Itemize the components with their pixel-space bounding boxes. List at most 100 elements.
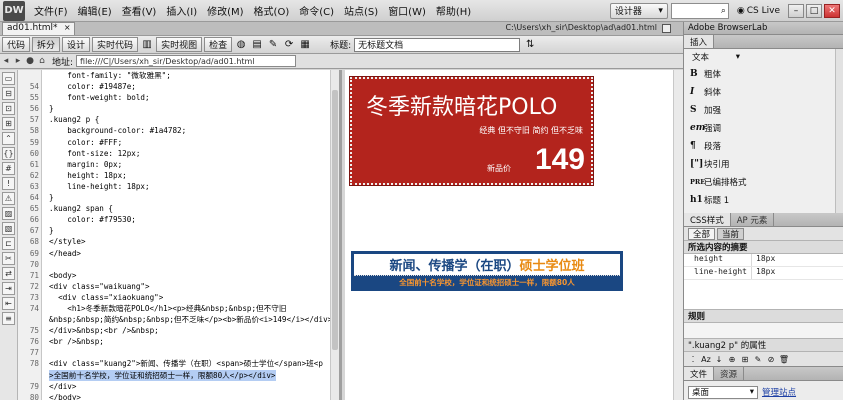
insert-em[interactable]: em 强调 bbox=[690, 121, 721, 135]
insert-italic[interactable]: I 斜体 bbox=[690, 85, 721, 99]
maximize-button[interactable]: □ bbox=[806, 3, 822, 18]
css-current-button[interactable]: 当前 bbox=[717, 227, 745, 240]
apply-comment-icon[interactable]: ▨ bbox=[2, 207, 15, 220]
code-lines[interactable]: font-family: "微软雅黑"; 54 color: #19487e; 55… bbox=[18, 70, 336, 400]
menu-view[interactable]: 查看(V) bbox=[117, 3, 162, 18]
visual-aids-icon[interactable]: ▦ bbox=[298, 38, 312, 52]
code-line[interactable]: 66 color: #f79530; bbox=[18, 214, 336, 225]
close-button[interactable]: ✕ bbox=[824, 3, 840, 18]
code-line[interactable]: 58 background-color: #1a4782; bbox=[18, 125, 336, 136]
restore-document-icon[interactable] bbox=[662, 24, 671, 33]
new-rule-icon[interactable]: ⊞ bbox=[740, 354, 750, 364]
code-line[interactable]: 60 font-size: 12px; bbox=[18, 148, 336, 159]
code-line[interactable]: font-family: "微软雅黑"; bbox=[18, 70, 336, 81]
code-line[interactable]: 55 font-weight: bold; bbox=[18, 92, 336, 103]
code-line[interactable]: 56} bbox=[18, 103, 336, 114]
forward-icon[interactable]: ▸ bbox=[12, 56, 24, 66]
attach-stylesheet-icon[interactable]: ⊕ bbox=[727, 354, 737, 364]
open-documents-icon[interactable]: ▭ bbox=[2, 72, 15, 85]
refresh-icon[interactable]: ⟳ bbox=[282, 38, 296, 52]
collapse-full-tag-icon[interactable]: ⊟ bbox=[2, 87, 15, 100]
address-input[interactable]: file:///C|/Users/xh_sir/Desktop/ad/ad01.… bbox=[76, 55, 297, 67]
browserlab-panel-header[interactable]: Adobe BrowserLab bbox=[684, 22, 843, 35]
edit-rule-icon[interactable]: ✎ bbox=[753, 354, 763, 364]
site-select[interactable]: 桌面 ▾ bbox=[688, 385, 758, 399]
rules-area[interactable] bbox=[684, 323, 843, 339]
code-line[interactable]: 63 line-height: 18px; bbox=[18, 181, 336, 192]
code-line[interactable]: 79 </div> bbox=[18, 381, 336, 392]
remove-comment-icon[interactable]: ▧ bbox=[2, 222, 15, 235]
code-line[interactable]: 78 <div class="kuang2">新闻、传播学（在职）<span>硕士… bbox=[18, 358, 336, 369]
category-view-icon[interactable]: ⁚ bbox=[688, 354, 698, 364]
highlight-invalid-icon[interactable]: ! bbox=[2, 177, 15, 190]
menu-file[interactable]: 文件(F) bbox=[29, 3, 73, 18]
code-line[interactable]: 68 </style> bbox=[18, 236, 336, 247]
outdent-icon[interactable]: ⇤ bbox=[2, 297, 15, 310]
tab-ap-elements[interactable]: AP 元素 bbox=[731, 213, 775, 226]
code-line[interactable]: 59 color: #FFF; bbox=[18, 137, 336, 148]
menu-format[interactable]: 格式(O) bbox=[249, 3, 295, 18]
cs-live-button[interactable]: ◉ CS Live bbox=[737, 6, 780, 16]
css-all-button[interactable]: 全部 bbox=[688, 227, 716, 240]
insert-heading1[interactable]: h1 标题 1 bbox=[690, 193, 729, 207]
code-line[interactable]: 74 <h1>冬季新款暗花POLO</h1><p>经典&nbsp;&nbsp;但… bbox=[18, 303, 336, 314]
wrap-tag-icon[interactable]: ⊏ bbox=[2, 237, 15, 250]
stop-icon[interactable]: ● bbox=[24, 56, 36, 66]
code-line[interactable]: 72 <div class="waikuang"> bbox=[18, 281, 336, 292]
tab-css-styles[interactable]: CSS样式 bbox=[684, 213, 731, 226]
menu-insert[interactable]: 插入(I) bbox=[161, 3, 202, 18]
globe-icon[interactable]: ◍ bbox=[234, 38, 248, 52]
split-view-button[interactable]: 拆分 bbox=[32, 37, 61, 52]
delete-icon[interactable]: 🗑 bbox=[779, 354, 789, 364]
collapse-selection-icon[interactable]: ⊡ bbox=[2, 102, 15, 115]
select-parent-tag-icon[interactable]: ⌃ bbox=[2, 132, 15, 145]
code-line[interactable]: 77 bbox=[18, 347, 336, 358]
manage-sites-link[interactable]: 管理站点 bbox=[762, 386, 796, 398]
preview-icon[interactable]: ▤ bbox=[250, 38, 264, 52]
code-line[interactable]: 57 .kuang2 p { bbox=[18, 114, 336, 125]
insert-paragraph[interactable]: ¶ 段落 bbox=[690, 139, 721, 153]
recent-snippets-icon[interactable]: ✂ bbox=[2, 252, 15, 265]
code-line[interactable]: 67} bbox=[18, 225, 336, 236]
format-source-icon[interactable]: ≡ bbox=[2, 312, 15, 325]
insert-blockquote[interactable]: ["] 块引用 bbox=[690, 157, 730, 171]
debug-icon[interactable]: ✎ bbox=[266, 38, 280, 52]
menu-window[interactable]: 窗口(W) bbox=[383, 3, 431, 18]
insert-bold[interactable]: B 粗体 bbox=[690, 67, 721, 81]
help-search-input[interactable]: ⌕ bbox=[670, 2, 729, 19]
code-line[interactable]: 76 <br />&nbsp; bbox=[18, 336, 336, 347]
live-code-button[interactable]: 实时代码 bbox=[92, 37, 139, 52]
live-view-button[interactable]: 实时视图 bbox=[156, 37, 203, 52]
menu-help[interactable]: 帮助(H) bbox=[431, 3, 476, 18]
menu-site[interactable]: 站点(S) bbox=[339, 3, 383, 18]
design-view[interactable]: 冬季新款暗花POLO 经典 但不守旧 简约 但不乏味 新品价 149 新闻、传播… bbox=[345, 70, 683, 400]
insert-strong[interactable]: S 加强 bbox=[690, 103, 721, 117]
code-view-button[interactable]: 代码 bbox=[2, 37, 31, 52]
indent-icon[interactable]: ⇥ bbox=[2, 282, 15, 295]
move-css-icon[interactable]: ⇄ bbox=[2, 267, 15, 280]
minimize-button[interactable]: – bbox=[788, 3, 804, 18]
inspect-button[interactable]: 检查 bbox=[204, 37, 233, 52]
back-icon[interactable]: ◂ bbox=[0, 56, 12, 66]
workspace-switcher[interactable]: 设计器 ▾ bbox=[609, 2, 668, 19]
tab-insert[interactable]: 插入 bbox=[684, 35, 715, 48]
code-view[interactable]: font-family: "微软雅黑"; 54 color: #19487e; 55… bbox=[0, 70, 342, 400]
code-line[interactable]: 73 <div class="xiaokuang"> bbox=[18, 292, 336, 303]
code-line[interactable]: 69 </head> bbox=[18, 248, 336, 259]
code-line[interactable]: 64} bbox=[18, 192, 336, 203]
tab-assets[interactable]: 资源 bbox=[714, 367, 745, 380]
blue-ad-box[interactable]: 新闻、传播学（在职） 硕士学位班 全国前十名学校，学位证和统招硕士一样，限额80人 bbox=[351, 251, 623, 291]
page-title-input[interactable]: 无标题文档 bbox=[354, 37, 521, 52]
set-properties-icon[interactable]: ↓ bbox=[714, 354, 724, 364]
file-management-icon[interactable]: ⇅ bbox=[523, 38, 537, 52]
syntax-error-icon[interactable]: ⚠ bbox=[2, 192, 15, 205]
code-line[interactable]: >全国前十名学校，学位证和统招硕士一样，限额80人</p></div> bbox=[18, 369, 336, 381]
split-layout-icon[interactable]: ▥ bbox=[140, 38, 154, 52]
tab-files[interactable]: 文件 bbox=[684, 367, 715, 380]
design-view-button[interactable]: 设计 bbox=[62, 37, 91, 52]
code-line[interactable]: 54 color: #19487e; bbox=[18, 81, 336, 92]
document-tab[interactable]: ad01.html* × bbox=[2, 22, 75, 35]
table-row[interactable]: height 18px bbox=[684, 254, 843, 267]
design-scrollbar[interactable] bbox=[673, 70, 683, 400]
code-scrollbar[interactable] bbox=[330, 70, 339, 400]
